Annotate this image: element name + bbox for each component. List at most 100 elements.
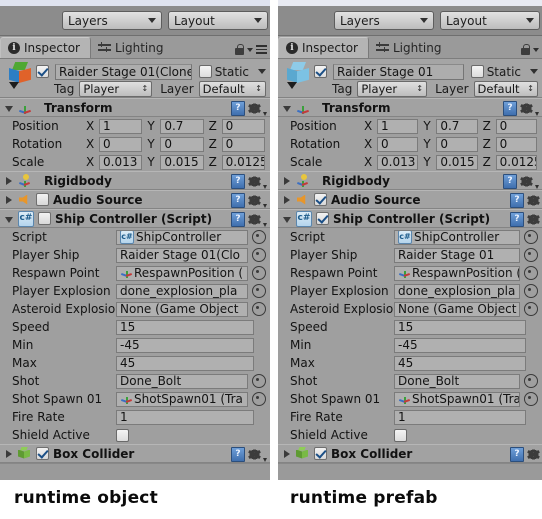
help-icon[interactable]: ?: [231, 447, 245, 462]
component-header-box-collider[interactable]: Box Collider ?: [0, 444, 270, 463]
component-header-transform[interactable]: Transform ?: [0, 98, 270, 117]
tag-dropdown[interactable]: Player ↕: [357, 80, 428, 97]
position-y-input[interactable]: 0.7: [160, 118, 204, 134]
collapse-triangle-icon[interactable]: [5, 216, 13, 223]
object-picker-icon[interactable]: [252, 392, 266, 406]
expand-triangle-icon[interactable]: [6, 449, 12, 458]
help-icon[interactable]: ?: [510, 212, 524, 227]
object-picker-icon[interactable]: [252, 302, 266, 316]
object-name-input[interactable]: Raider Stage 01(Clone): [55, 63, 192, 80]
shield-active-checkbox[interactable]: [116, 428, 129, 442]
position-z-input[interactable]: 0: [221, 118, 265, 134]
object-picker-icon[interactable]: [524, 248, 538, 262]
static-toggle-group[interactable]: Static: [198, 65, 266, 79]
player-explosion-field[interactable]: done_explosion_pla: [116, 283, 248, 299]
position-y-input[interactable]: 0.7: [436, 118, 478, 134]
fire-rate-input[interactable]: 1: [116, 409, 254, 425]
gear-icon[interactable]: [520, 176, 533, 187]
chevron-down-icon[interactable]: [263, 112, 267, 116]
script-field[interactable]: c# ShipController: [394, 229, 520, 245]
shot-field[interactable]: Done_Bolt: [116, 373, 248, 389]
speed-input[interactable]: 15: [116, 319, 254, 335]
chevron-down-icon[interactable]: [263, 185, 267, 189]
expand-triangle-icon[interactable]: [6, 195, 12, 204]
help-icon[interactable]: ?: [231, 212, 245, 227]
shield-active-checkbox[interactable]: [394, 428, 407, 442]
player-ship-field[interactable]: Raider Stage 01: [394, 247, 520, 263]
expand-triangle-icon[interactable]: [284, 195, 290, 204]
gear-icon[interactable]: [248, 195, 261, 206]
rotation-x-input[interactable]: 0: [99, 136, 143, 152]
expand-triangle-icon[interactable]: [284, 176, 290, 185]
rotation-z-input[interactable]: 0: [221, 136, 265, 152]
rotation-y-input[interactable]: 0: [436, 136, 478, 152]
player-explosion-field[interactable]: done_explosion_pla: [394, 283, 520, 299]
help-icon[interactable]: ?: [510, 193, 524, 208]
chevron-down-icon[interactable]: [263, 458, 267, 462]
layers-dropdown[interactable]: Layers: [334, 11, 434, 30]
max-input[interactable]: 45: [394, 355, 526, 371]
rotation-z-input[interactable]: 0: [495, 136, 537, 152]
respawn-point-field[interactable]: RespawnPosition (: [116, 265, 248, 281]
component-header-audio-source[interactable]: Audio Source ?: [0, 190, 270, 209]
respawn-point-field[interactable]: RespawnPosition (: [394, 265, 520, 281]
help-icon[interactable]: ?: [231, 174, 245, 189]
tab-inspector[interactable]: i Inspector: [0, 37, 91, 58]
gear-icon[interactable]: [527, 449, 540, 460]
box-collider-enabled-checkbox[interactable]: [314, 447, 327, 460]
gear-icon[interactable]: [520, 103, 533, 114]
component-header-box-collider[interactable]: Box Collider ?: [278, 444, 542, 463]
scale-z-input[interactable]: 0.0125: [495, 154, 537, 170]
scale-x-input[interactable]: 0.013: [377, 154, 419, 170]
static-checkbox[interactable]: [198, 65, 212, 78]
ship-controller-enabled-checkbox[interactable]: [316, 212, 329, 225]
min-input[interactable]: -45: [394, 337, 526, 353]
chevron-down-icon[interactable]: [535, 112, 539, 116]
object-active-checkbox[interactable]: [36, 65, 49, 78]
component-header-audio-source[interactable]: Audio Source ?: [278, 190, 542, 209]
collapse-triangle-icon[interactable]: [283, 216, 291, 223]
tab-lighting[interactable]: Lighting: [91, 37, 174, 58]
position-x-input[interactable]: 1: [377, 118, 419, 134]
scale-y-input[interactable]: 0.015: [160, 154, 204, 170]
object-active-checkbox[interactable]: [314, 65, 327, 78]
shot-spawn-field[interactable]: ShotSpawn01 (Tra: [394, 391, 520, 407]
shot-field[interactable]: Done_Bolt: [394, 373, 520, 389]
max-input[interactable]: 45: [116, 355, 254, 371]
lock-icon[interactable]: [235, 44, 244, 55]
gear-icon[interactable]: [248, 214, 261, 225]
scale-z-input[interactable]: 0.0125: [221, 154, 265, 170]
tab-inspector[interactable]: i Inspector: [278, 37, 369, 58]
object-picker-icon[interactable]: [252, 284, 266, 298]
player-ship-field[interactable]: Raider Stage 01(Clo: [116, 247, 248, 263]
object-picker-icon[interactable]: [524, 302, 538, 316]
rotation-x-input[interactable]: 0: [377, 136, 419, 152]
menu-icon[interactable]: [256, 45, 267, 54]
component-header-ship-controller[interactable]: c# Ship Controller (Script) ?: [0, 209, 270, 228]
collapse-triangle-icon[interactable]: [283, 105, 291, 112]
object-picker-icon[interactable]: [524, 284, 538, 298]
layer-dropdown[interactable]: Default ↕: [198, 80, 266, 97]
gear-icon[interactable]: [248, 176, 261, 187]
help-icon[interactable]: ?: [231, 193, 245, 208]
position-x-input[interactable]: 1: [99, 118, 143, 134]
object-picker-icon[interactable]: [252, 374, 266, 388]
chevron-down-icon[interactable]: [247, 47, 253, 52]
chevron-down-icon[interactable]: [530, 69, 538, 74]
ship-controller-enabled-checkbox[interactable]: [38, 212, 51, 225]
chevron-down-icon[interactable]: [263, 204, 267, 208]
scale-x-input[interactable]: 0.013: [99, 154, 143, 170]
help-icon[interactable]: ?: [503, 174, 517, 189]
asteroid-explosion-field[interactable]: None (Game Object: [394, 301, 520, 317]
gear-icon[interactable]: [248, 103, 261, 114]
collapse-triangle-icon[interactable]: [5, 105, 13, 112]
object-picker-icon[interactable]: [252, 266, 266, 280]
chevron-down-icon[interactable]: [535, 185, 539, 189]
expand-triangle-icon[interactable]: [6, 176, 12, 185]
audio-source-enabled-checkbox[interactable]: [314, 193, 327, 206]
help-icon[interactable]: ?: [503, 101, 517, 116]
asteroid-explosion-field[interactable]: None (Game Object: [116, 301, 248, 317]
object-picker-icon[interactable]: [524, 374, 538, 388]
tab-lighting[interactable]: Lighting: [369, 37, 452, 58]
layers-dropdown[interactable]: Layers: [62, 11, 162, 30]
